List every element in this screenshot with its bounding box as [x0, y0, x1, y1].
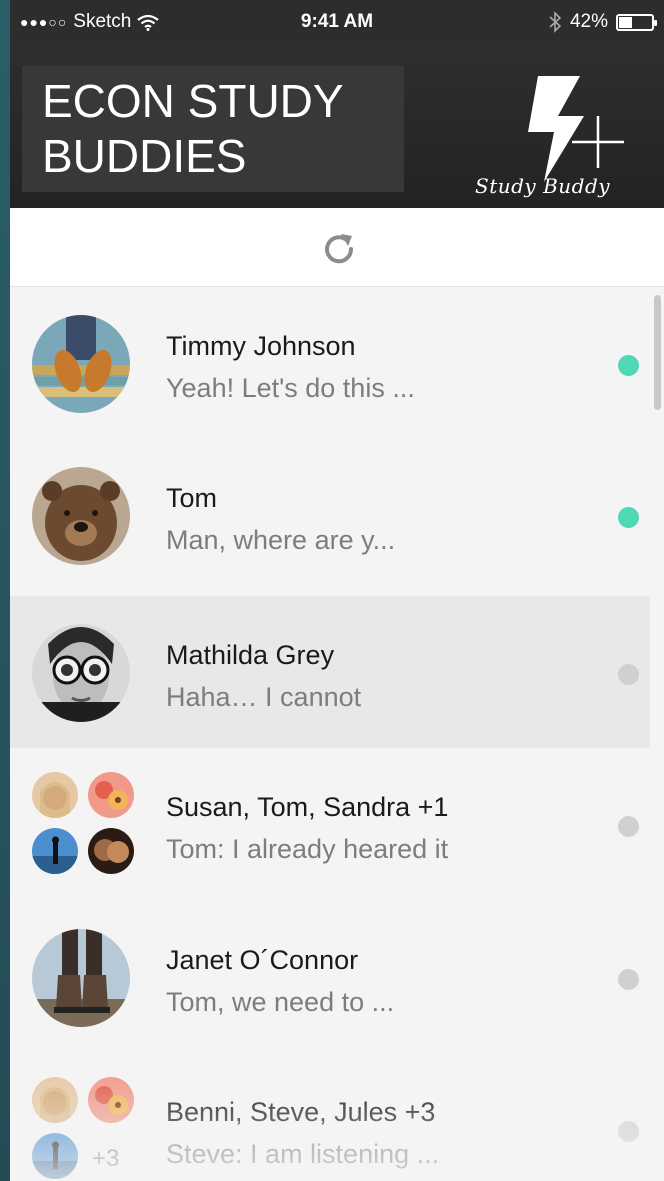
avatar	[32, 772, 78, 818]
page-title: ECON STUDY BUDDIES	[42, 75, 343, 182]
battery-fill	[619, 16, 633, 28]
offline-status-dot	[618, 816, 639, 837]
refresh-bar	[10, 208, 664, 287]
woman-sunglasses-photo-icon	[32, 624, 130, 722]
person-lake-photo-icon	[32, 1133, 78, 1179]
app-header: ECON STUDY BUDDIES Study Buddy	[10, 46, 664, 208]
flowers-photo-icon	[88, 772, 134, 818]
message-preview: Steve: I am listening ...	[166, 1139, 440, 1169]
avatar	[88, 1077, 134, 1123]
shoes-photo-icon	[32, 315, 130, 413]
conversation-row-timmy-johnson[interactable]: Timmy Johnson Yeah! Let's do this ...	[10, 287, 650, 439]
status-right: 42%	[548, 11, 657, 33]
blonde-woman-photo-icon	[32, 1077, 78, 1123]
offline-status-dot	[618, 1121, 639, 1142]
battery-percent: 42%	[569, 11, 608, 32]
avatar	[32, 828, 78, 874]
conversation-row-tom[interactable]: Tom Man, where are y...	[10, 439, 650, 591]
contact-name: Mathilda Grey	[166, 640, 335, 670]
online-status-dot	[618, 507, 639, 528]
avatar	[32, 467, 130, 565]
conversation-row-mathilda-grey[interactable]: Mathilda Grey Haha… I cannot	[10, 596, 650, 748]
logo-caption: Study Buddy	[475, 174, 611, 198]
conversation-list[interactable]: Timmy Johnson Yeah! Let's do this ... To…	[10, 287, 650, 1181]
message-preview: Man, where are y...	[166, 525, 396, 555]
avatar	[32, 624, 130, 722]
conversation-row-susan-tom-sandra[interactable]: Susan, Tom, Sandra +1 Tom: I already hea…	[10, 748, 650, 900]
flowers-photo-icon	[88, 1077, 134, 1123]
contact-name: Tom	[166, 483, 218, 513]
bear-photo-icon	[32, 467, 130, 565]
battery-icon	[616, 13, 657, 31]
avatar	[88, 772, 134, 818]
message-preview: Tom, we need to ...	[166, 987, 395, 1017]
blonde-woman-photo-icon	[32, 772, 78, 818]
bluetooth-icon	[549, 11, 562, 33]
couple-photo-icon	[88, 828, 134, 874]
offline-status-dot	[618, 664, 639, 685]
refresh-icon[interactable]	[320, 230, 358, 268]
scrollbar[interactable]	[650, 287, 664, 1181]
offline-status-dot	[618, 969, 639, 990]
app-frame: ●●●○○ Sketch 9:41 AM 42% ECON STUDY BUDD…	[0, 0, 664, 1181]
online-status-dot	[618, 355, 639, 376]
avatar	[32, 1133, 78, 1179]
avatar	[32, 315, 130, 413]
message-preview: Yeah! Let's do this ...	[166, 373, 415, 403]
extra-members-count: +3	[92, 1145, 120, 1172]
boots-photo-icon	[32, 929, 130, 1027]
contact-name: Susan, Tom, Sandra +1	[166, 792, 449, 822]
status-bar: ●●●○○ Sketch 9:41 AM 42%	[10, 0, 664, 46]
message-preview: Tom: I already heared it	[166, 834, 449, 864]
conversation-row-benni-steve-jules[interactable]: +3 Benni, Steve, Jules +3 Steve: I am li…	[10, 1053, 650, 1181]
scrollbar-thumb[interactable]	[654, 295, 661, 410]
avatar	[32, 929, 130, 1027]
contact-name: Janet O´Connor	[166, 945, 359, 975]
title-box: ECON STUDY BUDDIES	[22, 66, 404, 192]
avatar	[88, 828, 134, 874]
message-preview: Haha… I cannot	[166, 682, 362, 712]
contact-name: Timmy Johnson	[166, 331, 356, 361]
conversation-row-janet-oconnor[interactable]: Janet O´Connor Tom, we need to ...	[10, 901, 650, 1053]
avatar	[32, 1077, 78, 1123]
person-lake-photo-icon	[32, 828, 78, 874]
contact-name: Benni, Steve, Jules +3	[166, 1097, 436, 1127]
